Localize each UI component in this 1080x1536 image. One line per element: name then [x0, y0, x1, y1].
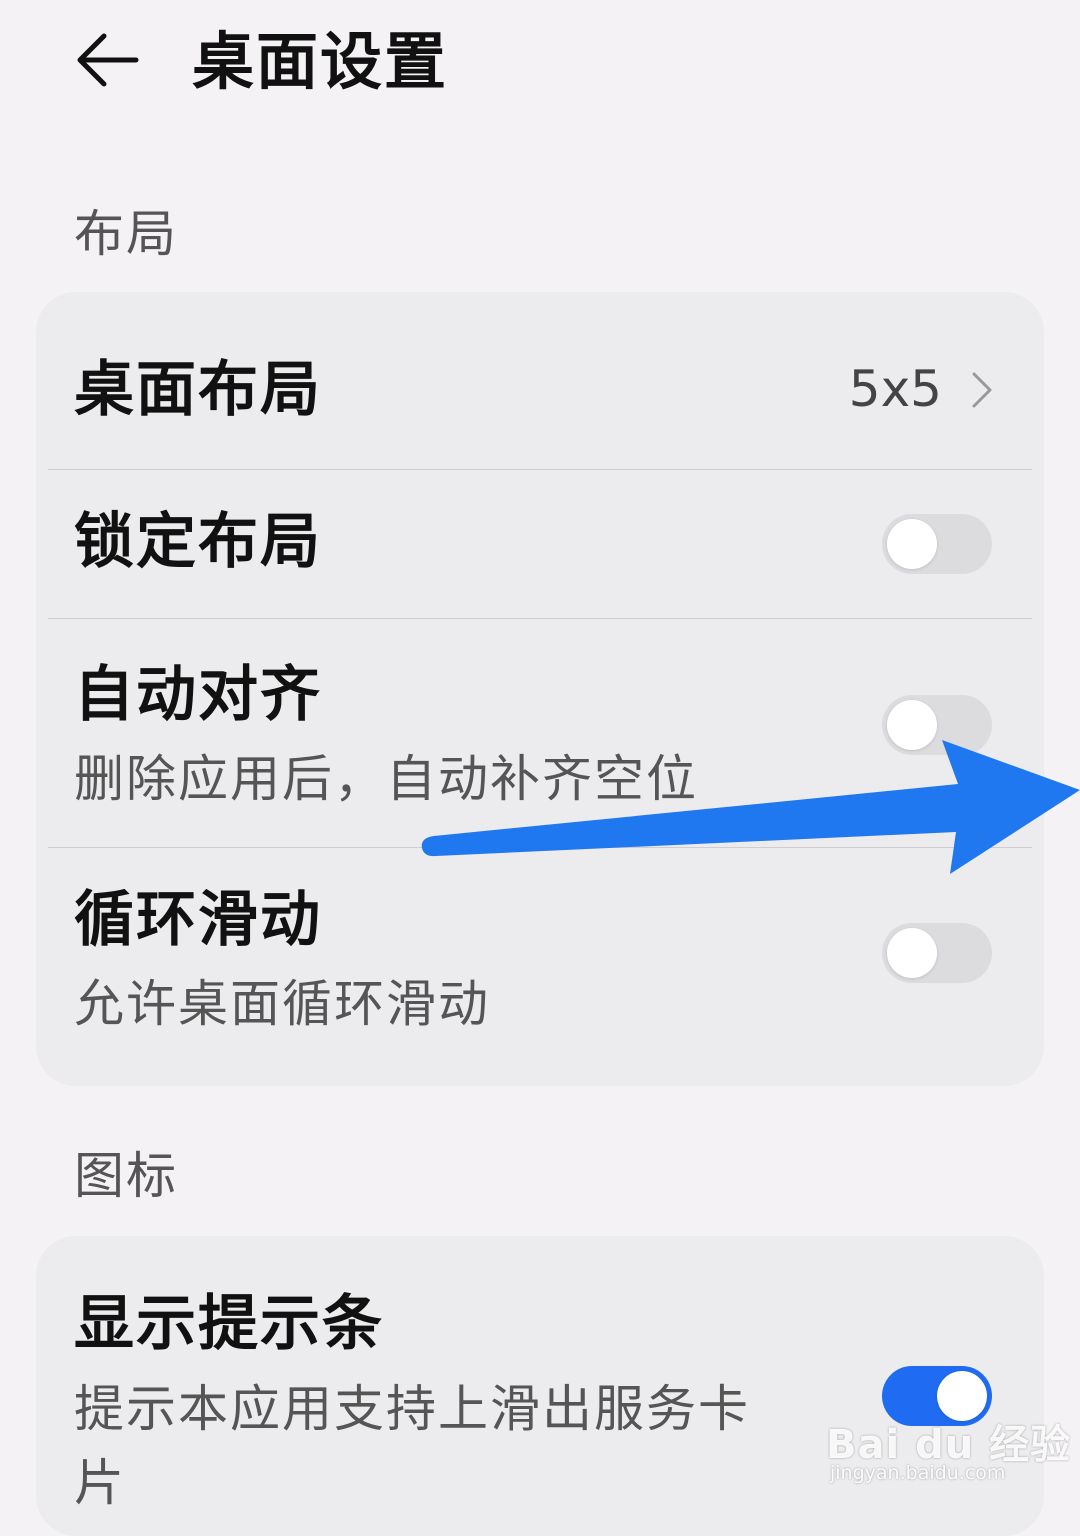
lock-layout-toggle[interactable]	[882, 514, 992, 574]
page-title: 桌面设置	[192, 25, 449, 98]
show-hint-bar-toggle[interactable]	[882, 1366, 992, 1426]
toggle-knob	[887, 519, 937, 569]
section-label-layout: 布局	[74, 205, 178, 263]
toggle-knob	[937, 1371, 987, 1421]
lock-layout-row[interactable]: 锁定布局	[36, 470, 1044, 618]
auto-align-toggle[interactable]	[882, 695, 992, 755]
layout-settings-card: 桌面布局 5x5 锁定布局 自动对齐 删除应用后，自动补齐空位 循环滑动 允许桌…	[36, 292, 1044, 1086]
row-title: 循环滑动	[74, 885, 322, 955]
row-subtitle: 允许桌面循环滑动	[74, 975, 490, 1033]
row-subtitle: 删除应用后，自动补齐空位	[74, 750, 698, 808]
arrow-left-icon[interactable]	[72, 28, 144, 92]
row-title: 锁定布局	[74, 507, 322, 577]
layout-value: 5x5	[848, 360, 942, 418]
row-title: 自动对齐	[74, 660, 322, 730]
section-label-icons: 图标	[74, 1147, 178, 1205]
top-app-bar: 桌面设置	[0, 0, 1080, 130]
loop-scroll-toggle[interactable]	[882, 923, 992, 983]
chevron-right-icon	[970, 370, 994, 410]
show-hint-bar-row[interactable]: 显示提示条 提示本应用支持上滑出服务卡片	[36, 1236, 1044, 1536]
toggle-knob	[887, 700, 937, 750]
row-title: 显示提示条	[74, 1289, 384, 1359]
icon-settings-card: 显示提示条 提示本应用支持上滑出服务卡片	[36, 1236, 1044, 1536]
auto-align-row[interactable]: 自动对齐 删除应用后，自动补齐空位	[36, 619, 1044, 847]
loop-scroll-row[interactable]: 循环滑动 允许桌面循环滑动	[36, 848, 1044, 1086]
toggle-knob	[887, 928, 937, 978]
row-title: 桌面布局	[74, 355, 322, 425]
row-subtitle: 提示本应用支持上滑出服务卡片	[74, 1380, 750, 1512]
desktop-layout-row[interactable]: 桌面布局 5x5	[36, 292, 1044, 470]
